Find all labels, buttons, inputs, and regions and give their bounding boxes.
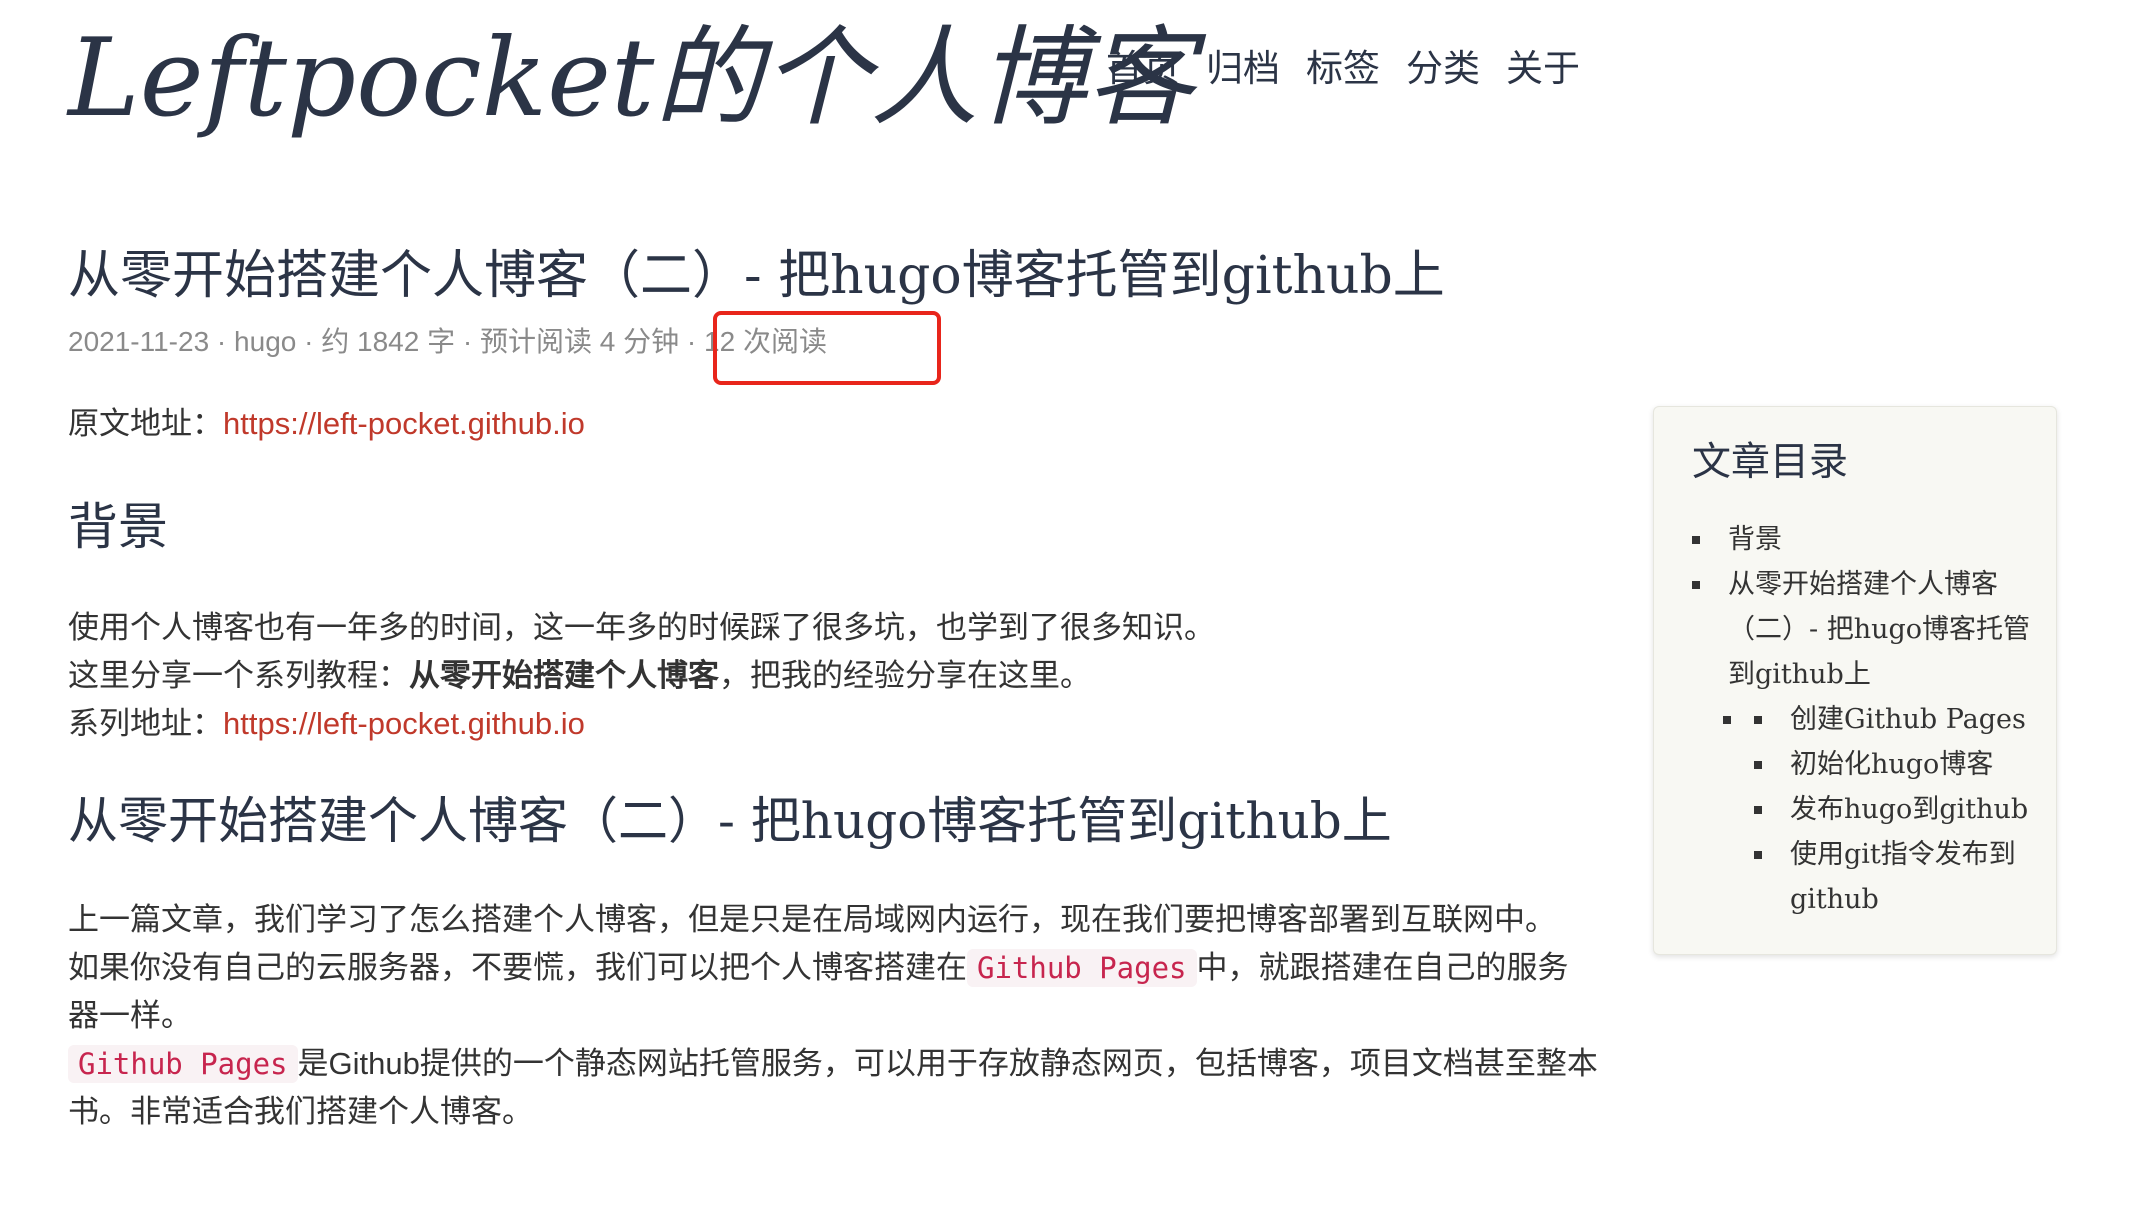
paragraph: Github Pages 是Github提供的一个静态网站托管服务，可以用于存放静… (68, 1040, 1598, 1136)
post-word-count: 约 1842 字 (321, 326, 456, 357)
source-link[interactable]: https://left-pocket.github.io (223, 406, 585, 441)
source-label: 原文地址： (68, 406, 223, 441)
heading-main: 从零开始搭建个人博客（二）- 把hugo博客托管到github上 (68, 792, 1392, 850)
site-logo[interactable]: Leftpocket的个人博客 (68, 14, 1194, 144)
toc-item-label: 发布hugo到github (1790, 794, 2029, 825)
toc-item-git-publish[interactable]: 使用git指令发布到github (1754, 832, 2032, 922)
bullet-icon (1754, 851, 1762, 859)
main-nav: 首页 归档 标签 分类 关于 (1106, 38, 1580, 92)
table-of-contents: 文章目录 背景 从零开始搭建个人博客（二）- 把hugo博客托管到github上… (1653, 406, 2057, 955)
nav-item-home[interactable]: 首页 (1106, 38, 1180, 92)
toc-item-label: 初始化hugo博客 (1790, 749, 1994, 780)
paragraph: 如果你没有自己的云服务器，不要慌，我们可以把个人博客搭建在 Github Page… (68, 944, 1598, 1040)
toc-item-label: 使用git指令发布到github (1790, 839, 2016, 915)
heading-background: 背景 (68, 498, 168, 556)
bullet-icon (1754, 806, 1762, 814)
series-label: 系列地址： (68, 706, 223, 741)
paragraph: 使用个人博客也有一年多的时间，这一年多的时候踩了很多坑，也学到了很多知识。 (68, 610, 1215, 645)
toc-title: 文章目录 (1692, 441, 1849, 484)
paragraph: 这里分享一个系列教程：从零开始搭建个人博客，把我的经验分享在这里。 (68, 652, 1598, 700)
bullet-icon (1754, 716, 1762, 724)
paragraph-text: 是Github提供的一个静态网站托管服务，可以用于存放静态网页，包括博客，项目文… (68, 1046, 1598, 1129)
toc-item-label: 从零开始搭建个人博客（二）- 把hugo博客托管到github上 (1728, 569, 2031, 690)
toc-item-label: 背景 (1728, 524, 1782, 555)
toc-item-publish-hugo[interactable]: 发布hugo到github (1754, 787, 2032, 832)
source-line: 原文地址：https://left-pocket.github.io (68, 400, 1598, 448)
inline-code: Github Pages (967, 949, 1197, 987)
series-link[interactable]: https://left-pocket.github.io (223, 706, 585, 741)
series-name: 从零开始搭建个人博客 (409, 658, 719, 693)
inline-code: Github Pages (68, 1045, 298, 1083)
post-date: 2021-11-23 (68, 326, 210, 357)
toc-item-main[interactable]: 从零开始搭建个人博客（二）- 把hugo博客托管到github上 (1692, 562, 2032, 697)
nav-item-about[interactable]: 关于 (1506, 38, 1580, 92)
post-title: 从零开始搭建个人博客（二）- 把hugo博客托管到github上 (68, 246, 1445, 306)
view-count-highlight (713, 311, 941, 385)
nav-item-archive[interactable]: 归档 (1206, 38, 1280, 92)
paragraph: 上一篇文章，我们学习了怎么搭建个人博客，但是只是在局域网内运行，现在我们要把博客… (68, 902, 1556, 937)
post-read-time: 预计阅读 4 分钟 (479, 326, 680, 357)
toc-item-background[interactable]: 背景 (1692, 517, 2032, 562)
post-content: 原文地址：https://left-pocket.github.io 背景 使用… (68, 400, 1598, 1136)
nav-item-categories[interactable]: 分类 (1406, 38, 1480, 92)
paragraph-text: ，把我的经验分享在这里。 (719, 658, 1091, 693)
bullet-icon (1692, 581, 1700, 589)
toc-item-create-pages[interactable]: 创建Github Pages (1723, 697, 2032, 742)
series-line: 系列地址：https://left-pocket.github.io (68, 700, 1598, 748)
post-author: hugo (234, 326, 297, 357)
toc-list: 背景 从零开始搭建个人博客（二）- 把hugo博客托管到github上 创建Gi… (1692, 517, 2032, 922)
bullet-icon (1723, 716, 1731, 724)
paragraph-text: 这里分享一个系列教程： (68, 658, 409, 693)
bullet-icon (1754, 761, 1762, 769)
bullet-icon (1692, 536, 1700, 544)
paragraph-text: 如果你没有自己的云服务器，不要慌，我们可以把个人博客搭建在 (68, 950, 967, 985)
toc-item-init-hugo[interactable]: 初始化hugo博客 (1754, 742, 2032, 787)
nav-item-tags[interactable]: 标签 (1306, 38, 1380, 92)
toc-item-label: 创建Github Pages (1790, 704, 2026, 735)
